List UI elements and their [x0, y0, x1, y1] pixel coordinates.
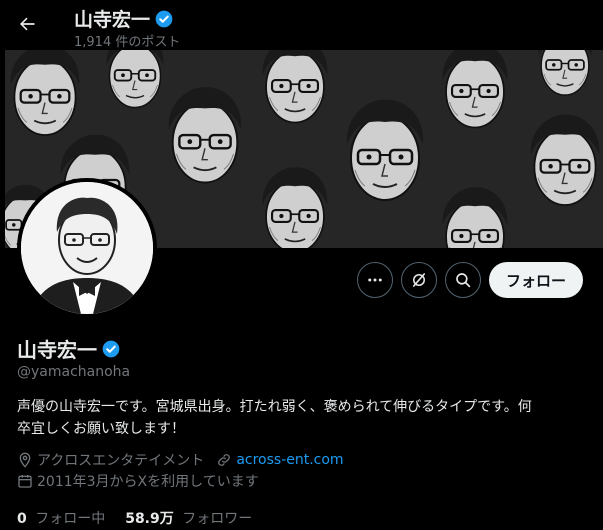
- calendar-icon: [18, 475, 32, 488]
- location-pin-icon: [19, 452, 31, 468]
- link-icon: [218, 454, 231, 466]
- following-count: 0: [17, 511, 27, 527]
- more-dots-icon: [368, 278, 382, 282]
- profile-joined-row: 2011年3月からXを利用しています: [17, 471, 259, 491]
- following-label: フォロー中: [35, 511, 106, 527]
- profile-handle: @yamachanoha: [17, 364, 131, 380]
- grok-icon: [412, 273, 426, 287]
- profile-name-row: 山寺宏一: [17, 334, 121, 363]
- followers-stat[interactable]: 58.9万 フォロワー: [125, 508, 252, 528]
- followers-label: フォロワー: [182, 511, 253, 527]
- banner-face-3: [167, 86, 243, 184]
- header-name: 山寺宏一: [74, 9, 151, 31]
- banner-face-5: [345, 98, 425, 202]
- verified-badge-icon[interactable]: [101, 339, 121, 359]
- bio-line: 声優の山寺宏一です。宮城県出身。打たれ弱く、褒められて伸びるタイプです。何: [17, 399, 532, 415]
- follow-button[interactable]: フォロー: [489, 262, 583, 298]
- avatar[interactable]: [17, 178, 157, 318]
- followers-count: 58.9万: [125, 511, 174, 527]
- following-stat[interactable]: 0 フォロー中: [17, 508, 105, 528]
- profile-location: アクロスエンタテイメント: [37, 453, 205, 469]
- search-posts-button[interactable]: [445, 262, 481, 298]
- profile-meta-row: アクロスエンタテイメント across-ent.com: [17, 450, 344, 470]
- banner-face-7: [529, 113, 601, 207]
- header-title: 山寺宏一: [74, 5, 174, 32]
- arrow-left-icon: [20, 17, 35, 31]
- profile-name: 山寺宏一: [17, 338, 97, 362]
- search-icon: [456, 273, 471, 288]
- bio-line: 卒宜しくお願い致します！: [17, 421, 185, 437]
- more-options-button[interactable]: [357, 262, 393, 298]
- post-count: 1,914 件のポスト: [74, 35, 181, 50]
- profile-website-link[interactable]: across-ent.com: [236, 452, 343, 468]
- profile-joined-date: 2011年3月からXを利用しています: [37, 474, 259, 490]
- avatar-portrait: [21, 182, 153, 314]
- profile-bio: 声優の山寺宏一です。宮城県出身。打たれ弱く、褒められて伸びるタイプです。何 卒宜…: [17, 396, 587, 440]
- profile-header-bar: 山寺宏一 1,914 件のポスト: [0, 0, 603, 50]
- back-button[interactable]: [12, 9, 42, 39]
- banner-face-1: [9, 50, 81, 137]
- grok-button[interactable]: [401, 262, 437, 298]
- verified-badge-icon: [155, 10, 173, 27]
- profile-stats: 0 フォロー中 58.9万 フォロワー: [17, 508, 252, 528]
- banner-face-9: [261, 166, 329, 248]
